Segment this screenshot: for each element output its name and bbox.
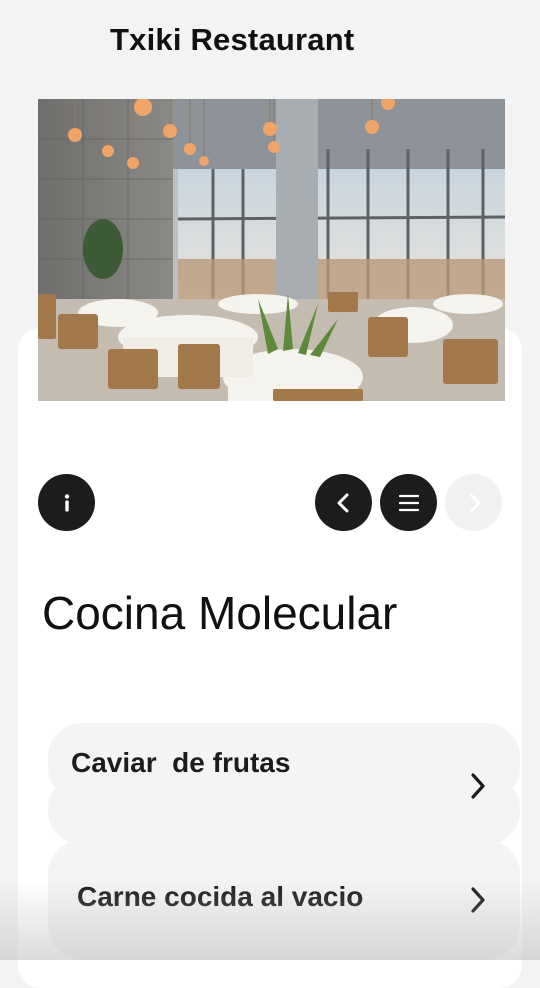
chevron-right-icon (469, 493, 480, 512)
menu-button[interactable] (380, 474, 437, 531)
restaurant-photo (38, 99, 505, 401)
app-title: Txiki Restaurant (110, 22, 355, 57)
chevron-right-icon (471, 773, 485, 799)
chevron-right-icon (471, 887, 485, 913)
menu-item[interactable]: Caviar de frutas (48, 723, 520, 801)
menu-item[interactable]: Carne cocida al vacio (48, 840, 520, 960)
info-icon (64, 493, 69, 511)
section-title: Cocina Molecular (42, 587, 398, 639)
next-button[interactable] (445, 474, 502, 531)
menu-icon (398, 494, 419, 511)
menu-item-label: Caviar de frutas (71, 747, 291, 778)
chevron-left-icon (337, 493, 348, 512)
menu-item-label: Carne cocida al vacio (77, 881, 364, 912)
info-button[interactable] (38, 474, 95, 531)
previous-button[interactable] (315, 474, 372, 531)
